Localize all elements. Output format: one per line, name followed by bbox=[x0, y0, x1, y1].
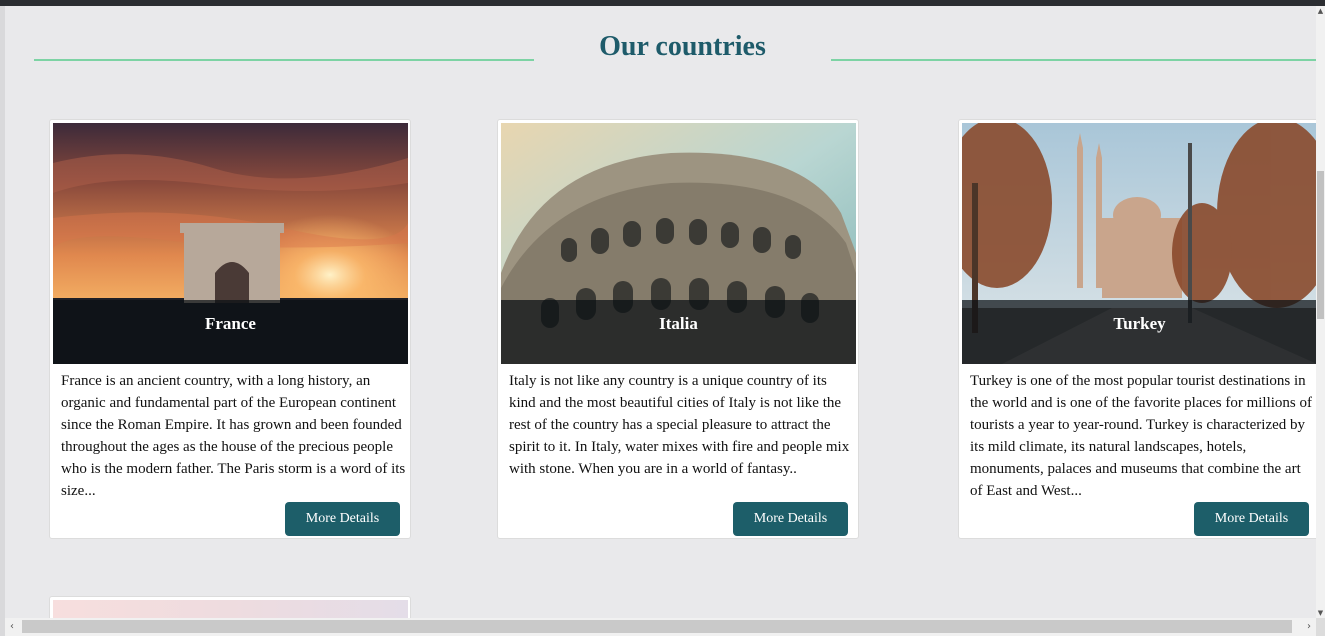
france-caption: France bbox=[53, 300, 408, 364]
turkey-image: Turkey bbox=[962, 123, 1316, 364]
page-content: Our countries France France is an ancien… bbox=[5, 6, 1316, 618]
card-title: Italia bbox=[659, 314, 698, 333]
italia-caption: Italia bbox=[501, 300, 856, 364]
scroll-right-arrow-icon[interactable]: › bbox=[1302, 618, 1316, 636]
card-title: Turkey bbox=[1113, 314, 1166, 333]
scroll-down-arrow-icon[interactable]: ▼ bbox=[1316, 608, 1325, 618]
country-card-france: France France is an ancient country, wit… bbox=[49, 119, 411, 539]
country-card-italia: Italia Italy is not like any country is … bbox=[497, 119, 859, 539]
card-description: Italy is not like any country is a uniqu… bbox=[509, 373, 850, 477]
country-card-partial bbox=[49, 596, 411, 618]
header-divider-left bbox=[34, 59, 534, 61]
horizontal-scrollbar[interactable]: ‹ › bbox=[5, 618, 1316, 636]
card-title: France bbox=[205, 314, 256, 333]
horizontal-scroll-thumb[interactable] bbox=[22, 620, 1292, 633]
scroll-left-arrow-icon[interactable]: ‹ bbox=[5, 618, 19, 636]
france-image: France bbox=[53, 123, 408, 364]
country-card-turkey: Turkey Turkey is one of the most popular… bbox=[958, 119, 1316, 539]
more-details-button[interactable]: More Details bbox=[733, 502, 848, 536]
section-title: Our countries bbox=[599, 31, 766, 62]
card-description: Turkey is one of the most popular touris… bbox=[970, 373, 1312, 499]
vertical-scrollbar[interactable]: ▲ ▼ bbox=[1316, 6, 1325, 618]
vertical-scroll-thumb[interactable] bbox=[1317, 171, 1324, 319]
italia-image: Italia bbox=[501, 123, 856, 364]
partial-card-image bbox=[53, 600, 408, 618]
more-details-button[interactable]: More Details bbox=[1194, 502, 1309, 536]
scroll-up-arrow-icon[interactable]: ▲ bbox=[1316, 6, 1325, 16]
section-header: Our countries bbox=[5, 26, 1316, 76]
header-divider-right bbox=[831, 59, 1316, 61]
turkey-caption: Turkey bbox=[962, 300, 1316, 364]
more-details-button[interactable]: More Details bbox=[285, 502, 400, 536]
scrollbar-corner bbox=[1316, 618, 1325, 636]
card-description: France is an ancient country, with a lon… bbox=[61, 373, 406, 499]
